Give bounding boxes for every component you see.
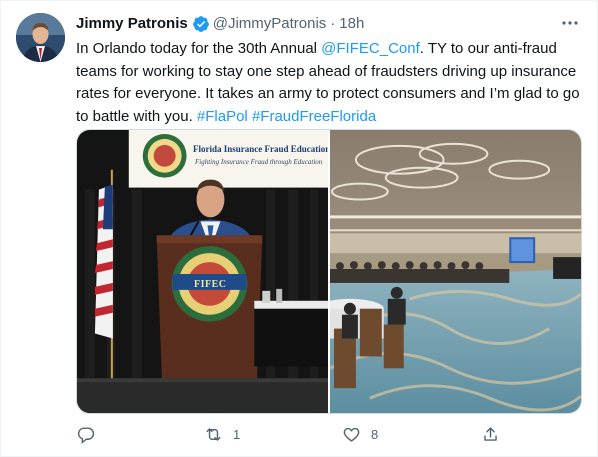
verified-badge-icon (192, 16, 209, 32)
banner-subtitle: Fighting Insurance Fraud through Educati… (195, 158, 323, 166)
reply-icon (77, 427, 95, 444)
hashtag-link[interactable]: #FraudFreeFlorida (252, 108, 376, 125)
retweet-icon (206, 428, 221, 441)
podium-logo-text: FIFEC (194, 279, 227, 290)
tweet-text: In Orlando today for the 30th Annual @FI… (76, 38, 588, 128)
tweet-line-4: to battle with you. #FlaPol #FraudFreeFl… (76, 106, 588, 129)
tweet-card[interactable]: Jimmy Patronis @JimmyPatronis · 18h In O… (0, 0, 598, 457)
timestamp[interactable]: 18h (339, 14, 364, 34)
author-name[interactable]: Jimmy Patronis (76, 14, 188, 34)
retweet-button[interactable]: 1 (204, 425, 240, 444)
heart-icon (343, 427, 360, 442)
media-grid: Florida Insurance Fraud Education Fighti… (76, 129, 582, 414)
share-button[interactable] (481, 425, 500, 444)
tweet-text-segment: to battle with you. (76, 107, 197, 125)
tweet-line-1: In Orlando today for the 30th Annual @FI… (76, 38, 588, 61)
hashtag-link[interactable]: #FlaPol (197, 108, 248, 125)
reply-button[interactable] (76, 425, 95, 444)
photo-ballroom[interactable] (330, 130, 581, 413)
tweet-line-2: teams for working to stay one step ahead… (76, 62, 577, 80)
more-options-icon[interactable] (559, 13, 581, 33)
separator-dot: · (330, 15, 336, 32)
avatar[interactable] (16, 13, 65, 62)
like-count: 8 (371, 427, 379, 442)
tweet-text-segment: . TY to our anti-fraud (419, 40, 557, 57)
tweet-header: Jimmy Patronis @JimmyPatronis · 18h (76, 14, 364, 34)
like-button[interactable]: 8 (342, 425, 378, 444)
banner-title: Florida Insurance Fraud Education (193, 144, 328, 154)
photo-speaker-podium[interactable]: Florida Insurance Fraud Education Fighti… (77, 130, 328, 413)
retweet-count: 1 (233, 427, 241, 442)
author-handle[interactable]: @JimmyPatronis (213, 14, 327, 34)
mention-link[interactable]: @FIFEC_Conf (321, 40, 420, 57)
share-icon (484, 427, 497, 441)
tweet-text-segment: In Orlando today for the 30th Annual (76, 40, 322, 57)
tweet-actions: 1 8 (76, 425, 497, 449)
tweet-line-3: rates for everyone. It takes an army to … (76, 85, 580, 102)
